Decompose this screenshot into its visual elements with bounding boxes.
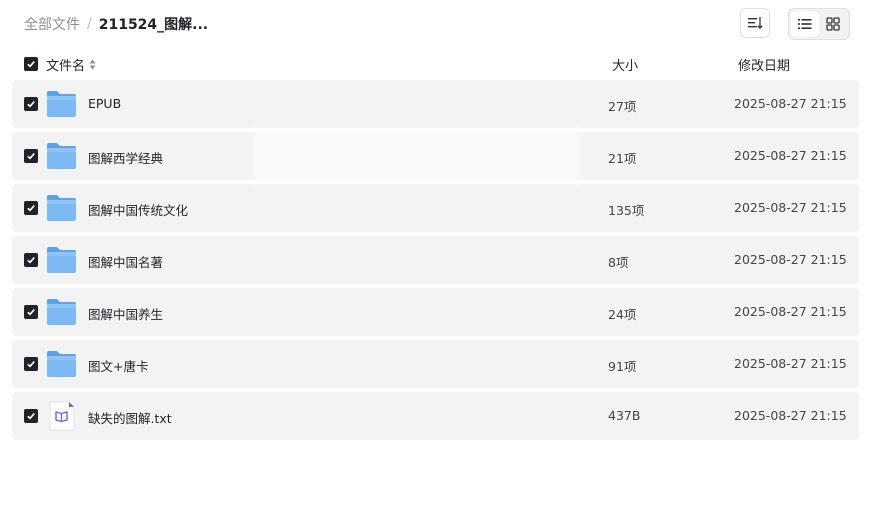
row-checkbox[interactable] [24,409,38,423]
view-toggle [788,8,850,40]
file-size: 21项 [608,151,637,166]
select-all-checkbox[interactable] [24,57,38,71]
row-checkbox[interactable] [24,253,38,267]
header-name-label: 文件名 [46,59,86,74]
file-modified-date: 2025-08-27 21:15 [734,304,847,319]
file-name[interactable]: EPUB [88,96,121,111]
check-icon [27,361,35,368]
file-modified-date: 2025-08-27 21:15 [734,408,847,423]
row-checkbox[interactable] [24,149,38,163]
file-name[interactable]: 图解中国养生 [88,304,163,323]
list-view-icon [798,19,812,29]
file-size: 437B [608,408,641,423]
sort-icon [748,17,763,30]
loading-overlay [253,127,581,185]
file-size: 27项 [608,99,637,114]
list-view-button[interactable] [791,11,819,37]
breadcrumb-separator: / [87,16,92,32]
file-name[interactable]: 图文+唐卡 [88,356,148,375]
breadcrumb-root[interactable]: 全部文件 [24,14,80,34]
file-size: 135项 [608,203,645,218]
file-size: 8项 [608,255,629,270]
table-row[interactable]: 图文+唐卡 91项 2025-08-27 21:15 [12,340,859,388]
sort-button[interactable] [740,8,770,38]
grid-view-button[interactable] [819,11,847,37]
row-checkbox[interactable] [24,201,38,215]
file-browser: 全部文件 / 211524_图解... 文件名 大小 修改日期 EPUB 27项… [0,0,874,514]
folder-icon [46,89,77,119]
file-name[interactable]: 图解中国传统文化 [88,200,188,219]
header-name[interactable]: 文件名 [46,55,96,74]
table-header: 文件名 大小 修改日期 [12,52,858,76]
table-row[interactable]: 图解中国传统文化 135项 2025-08-27 21:15 [12,184,859,232]
file-modified-date: 2025-08-27 21:15 [734,356,847,371]
table-row[interactable]: 缺失的图解.txt 437B 2025-08-27 21:15 [12,392,859,440]
file-name[interactable]: 图解中国名著 [88,252,163,271]
folder-icon [46,349,77,379]
check-icon [27,257,35,264]
check-icon [27,153,35,160]
breadcrumb: 全部文件 / 211524_图解... [24,14,208,34]
check-icon [27,413,35,420]
table-row[interactable]: EPUB 27项 2025-08-27 21:15 [12,80,859,128]
folder-icon [46,297,77,327]
header-date[interactable]: 修改日期 [738,55,790,74]
row-checkbox[interactable] [24,305,38,319]
file-modified-date: 2025-08-27 21:15 [734,148,847,163]
file-modified-date: 2025-08-27 21:15 [734,96,847,111]
check-icon [27,101,35,108]
check-icon [27,205,35,212]
table-row[interactable]: 图解中国名著 8项 2025-08-27 21:15 [12,236,859,284]
file-modified-date: 2025-08-27 21:15 [734,200,847,215]
header-size[interactable]: 大小 [612,55,638,74]
file-name[interactable]: 图解西学经典 [88,148,163,167]
check-icon [27,309,35,316]
row-checkbox[interactable] [24,97,38,111]
folder-icon [46,141,77,171]
file-modified-date: 2025-08-27 21:15 [734,252,847,267]
sort-arrows-icon [89,59,96,70]
file-size: 24项 [608,307,637,322]
file-name[interactable]: 缺失的图解.txt [88,408,172,427]
breadcrumb-current: 211524_图解... [98,17,209,33]
txt-file-icon [46,401,77,431]
grid-view-icon [826,17,840,31]
file-size: 91项 [608,359,637,374]
table-row[interactable]: 图解中国养生 24项 2025-08-27 21:15 [12,288,859,336]
folder-icon [46,193,77,223]
folder-icon [46,245,77,275]
check-icon [27,61,35,68]
row-checkbox[interactable] [24,357,38,371]
